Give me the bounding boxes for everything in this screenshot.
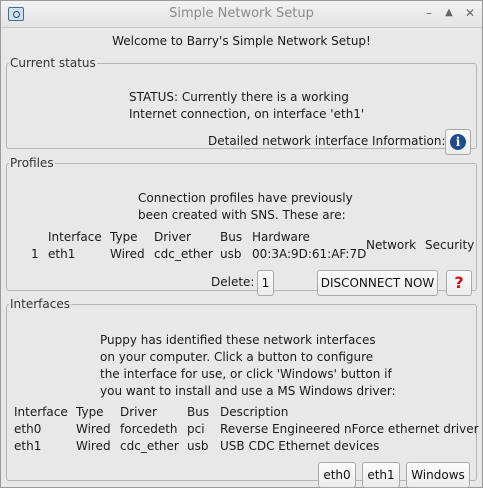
interfaces-header-description: Description: [220, 405, 289, 419]
delete-profile-1-button[interactable]: 1: [257, 270, 274, 296]
current-status-group: Current status STATUS: Currently there i…: [6, 56, 477, 155]
app-window: Simple Network Setup – ▲ ✕ Welcome to Ba…: [0, 0, 483, 488]
profiles-line-2: been created with SNS. These are:: [138, 208, 346, 222]
profiles-legend: Profiles: [10, 156, 54, 170]
profiles-group: Profiles Connection profiles have previo…: [6, 156, 477, 296]
profiles-header-interface: Interface: [48, 230, 102, 244]
profile-row-bus: usb: [220, 247, 242, 261]
interface-row-eth0-interface: eth0: [14, 422, 42, 436]
configure-eth1-button[interactable]: eth1: [362, 462, 400, 488]
profiles-header-security: Security: [425, 238, 475, 252]
interface-row-eth1-interface: eth1: [14, 439, 42, 453]
profiles-header-driver: Driver: [154, 230, 191, 244]
current-status-legend: Current status: [10, 56, 96, 70]
help-button[interactable]: ?: [446, 270, 472, 296]
profiles-header-bus: Bus: [220, 230, 243, 244]
interfaces-header-interface: Interface: [14, 405, 68, 419]
interface-row-eth0-driver: forcedeth: [120, 422, 178, 436]
maximize-icon[interactable]: ▲: [441, 5, 457, 21]
profiles-header-type: Type: [110, 230, 138, 244]
interface-row-eth0-type: Wired: [76, 422, 111, 436]
profiles-header-network: Network: [366, 238, 417, 252]
interface-row-eth1-bus: usb: [187, 439, 209, 453]
interface-row-eth0-description: Reverse Engineered nForce ethernet drive…: [220, 422, 479, 436]
interface-row-eth0-bus: pci: [187, 422, 205, 436]
interfaces-line-4: you want to install and use a MS Windows…: [100, 384, 396, 398]
interface-row-eth1-driver: cdc_ether: [120, 439, 179, 453]
minimize-icon[interactable]: –: [421, 5, 437, 21]
interfaces-legend: Interfaces: [10, 297, 70, 311]
window-title: Simple Network Setup: [169, 6, 314, 21]
welcome-heading: Welcome to Barry's Simple Network Setup!: [112, 34, 371, 48]
profiles-header-hardware: Hardware: [252, 230, 310, 244]
profile-row-type: Wired: [110, 247, 145, 261]
interfaces-line-2: on your computer. Click a button to conf…: [100, 350, 374, 364]
interfaces-line-1: Puppy has identified these network inter…: [100, 333, 376, 347]
info-icon: i: [450, 134, 466, 150]
status-line-1: STATUS: Currently there is a working: [129, 90, 349, 104]
title-bar: Simple Network Setup – ▲ ✕: [1, 1, 482, 28]
interface-row-eth1-type: Wired: [76, 439, 111, 453]
interfaces-group: Interfaces Puppy has identified these ne…: [6, 297, 479, 488]
close-icon[interactable]: ✕: [462, 5, 478, 21]
delete-label: Delete:: [211, 275, 255, 289]
interfaces-header-bus: Bus: [187, 405, 210, 419]
detailed-info-button[interactable]: i: [445, 129, 471, 155]
profile-row-interface: eth1: [48, 247, 76, 261]
interface-row-eth1-description: USB CDC Ethernet devices: [220, 439, 380, 453]
disconnect-now-button[interactable]: DISCONNECT NOW: [317, 270, 438, 296]
status-line-2: Internet connection, on interface 'eth1': [129, 107, 365, 121]
profile-row-driver: cdc_ether: [154, 247, 213, 261]
profile-row-number: 1: [31, 247, 39, 261]
help-icon: ?: [454, 273, 464, 292]
profile-row-hardware: 00:3A:9D:61:AF:7D: [252, 247, 367, 261]
windows-driver-button[interactable]: Windows: [406, 462, 470, 488]
interfaces-header-driver: Driver: [120, 405, 157, 419]
interfaces-line-3: the interface for use, or click 'Windows…: [100, 367, 392, 381]
profiles-line-1: Connection profiles have previously: [138, 191, 353, 205]
interfaces-header-type: Type: [76, 405, 104, 419]
configure-eth0-button[interactable]: eth0: [318, 462, 356, 488]
detailed-info-label: Detailed network interface Information:: [208, 134, 446, 148]
